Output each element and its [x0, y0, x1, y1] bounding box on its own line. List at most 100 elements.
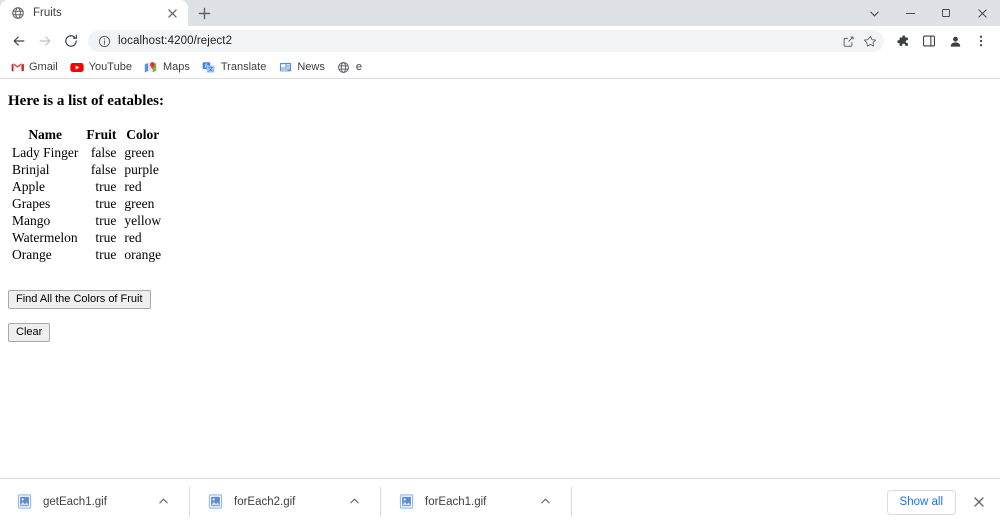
download-item-foreach2[interactable]: forEach2.gif [199, 486, 371, 518]
browser-window: Fruits localhost:4200/reject2 Gmail YouT… [0, 0, 1000, 524]
news-icon [278, 60, 292, 74]
cell-color: yellow [124, 213, 162, 228]
fruits-table: Name Fruit Color Lady Finger false green… [8, 126, 165, 263]
omnibox-actions [836, 30, 880, 52]
forward-button[interactable] [32, 28, 58, 54]
table-head: Name Fruit Color [8, 126, 165, 144]
svg-text:文: 文 [208, 64, 214, 72]
extensions-puzzle-icon[interactable] [890, 28, 916, 54]
image-file-icon [16, 493, 33, 510]
browser-toolbar: localhost:4200/reject2 [0, 26, 1000, 56]
table-row: Apple true red [8, 178, 165, 195]
youtube-icon [70, 60, 84, 74]
cell-color: red [124, 179, 142, 194]
more-menu-icon[interactable] [968, 28, 994, 54]
cell-name: Mango [12, 213, 51, 228]
share-icon[interactable] [838, 31, 858, 51]
table-row: Brinjal false purple [8, 161, 165, 178]
column-header-fruit: Fruit [86, 127, 117, 142]
profile-avatar-icon[interactable] [942, 28, 968, 54]
bookmark-translate[interactable]: A 文 Translate [198, 58, 272, 77]
back-button[interactable] [6, 28, 32, 54]
table-row: Grapes true green [8, 195, 165, 212]
gmail-icon [10, 60, 24, 74]
find-all-colors-button[interactable]: Find All the Colors of Fruit [8, 290, 151, 309]
bookmark-maps[interactable]: Maps [140, 58, 196, 77]
chevron-up-icon[interactable] [536, 493, 554, 511]
table-row: Orange true orange [8, 246, 165, 263]
downloads-bar: getEach1.gif forEach2.gif forEach1.gif S… [0, 478, 1000, 524]
download-separator [189, 486, 190, 517]
download-item-geteach1[interactable]: getEach1.gif [8, 486, 180, 518]
maximize-icon[interactable] [928, 0, 964, 26]
close-icon[interactable] [164, 5, 180, 21]
cell-fruit: true [95, 230, 117, 245]
download-filename: forEach1.gif [425, 495, 487, 508]
bookmarks-bar: Gmail YouTube Maps A 文 Translate News e [0, 56, 1000, 79]
browser-tab-fruits[interactable]: Fruits [0, 0, 188, 26]
chevron-up-icon[interactable] [345, 493, 363, 511]
table-body: Lady Finger false green Brinjal false pu… [8, 144, 165, 263]
cell-name: Grapes [12, 196, 51, 211]
page-content: Here is a list of eatables: Name Fruit C… [0, 79, 1000, 478]
cell-color: purple [124, 162, 159, 177]
tab-title: Fruits [33, 7, 62, 19]
table-row: Watermelon true red [8, 229, 165, 246]
bookmark-label: Translate [220, 61, 267, 73]
info-circle-icon[interactable] [96, 33, 112, 49]
url-text: localhost:4200/reject2 [118, 35, 233, 47]
cell-fruit: true [95, 179, 117, 194]
side-panel-icon[interactable] [916, 28, 942, 54]
close-icon[interactable] [966, 489, 992, 515]
downloads-bar-actions: Show all [886, 479, 992, 525]
clear-button[interactable]: Clear [8, 323, 51, 342]
window-controls [856, 0, 1000, 26]
table-row: Lady Finger false green [8, 144, 165, 161]
bookmark-news[interactable]: News [274, 58, 331, 77]
bookmark-e[interactable]: e [333, 58, 368, 77]
bookmark-youtube[interactable]: YouTube [66, 58, 138, 77]
minimize-icon[interactable] [892, 0, 928, 26]
cell-name: Apple [12, 179, 45, 194]
address-bar[interactable]: localhost:4200/reject2 [88, 30, 884, 52]
cell-fruit: false [90, 145, 117, 160]
download-item-foreach1[interactable]: forEach1.gif [390, 486, 562, 518]
clear-row: Clear [8, 322, 992, 342]
translate-icon: A 文 [202, 60, 216, 74]
globe-icon [337, 60, 351, 74]
image-file-icon [398, 493, 415, 510]
image-file-icon [207, 493, 224, 510]
tab-strip: Fruits [0, 0, 1000, 26]
bookmark-label: YouTube [88, 61, 132, 73]
bookmark-label: Gmail [29, 61, 58, 73]
bookmark-star-icon[interactable] [860, 31, 880, 51]
maps-icon [144, 60, 158, 74]
bookmark-gmail[interactable]: Gmail [6, 58, 64, 77]
bookmark-label: e [355, 61, 362, 73]
show-all-downloads-button[interactable]: Show all [886, 489, 956, 515]
download-separator [380, 486, 381, 517]
cell-name: Watermelon [12, 230, 78, 245]
cell-name: Lady Finger [12, 145, 79, 160]
cell-color: orange [124, 247, 162, 262]
column-header-color: Color [126, 127, 160, 142]
cell-name: Orange [12, 247, 52, 262]
reload-button[interactable] [58, 28, 84, 54]
chevron-down-icon[interactable] [856, 0, 892, 26]
download-filename: forEach2.gif [234, 495, 296, 508]
cell-name: Brinjal [12, 162, 50, 177]
close-icon[interactable] [964, 0, 1000, 26]
globe-icon [10, 6, 25, 21]
cell-fruit: true [95, 213, 117, 228]
cell-color: red [124, 230, 142, 245]
column-header-name: Name [28, 127, 63, 142]
cell-fruit: true [95, 247, 117, 262]
bookmark-label: Maps [162, 61, 190, 73]
download-separator [571, 486, 572, 517]
new-tab-button[interactable] [190, 0, 218, 26]
page-title: Here is a list of eatables: [8, 93, 164, 109]
cell-fruit: true [95, 196, 117, 211]
download-filename: getEach1.gif [43, 495, 107, 508]
chevron-up-icon[interactable] [154, 493, 172, 511]
cell-fruit: false [90, 162, 117, 177]
